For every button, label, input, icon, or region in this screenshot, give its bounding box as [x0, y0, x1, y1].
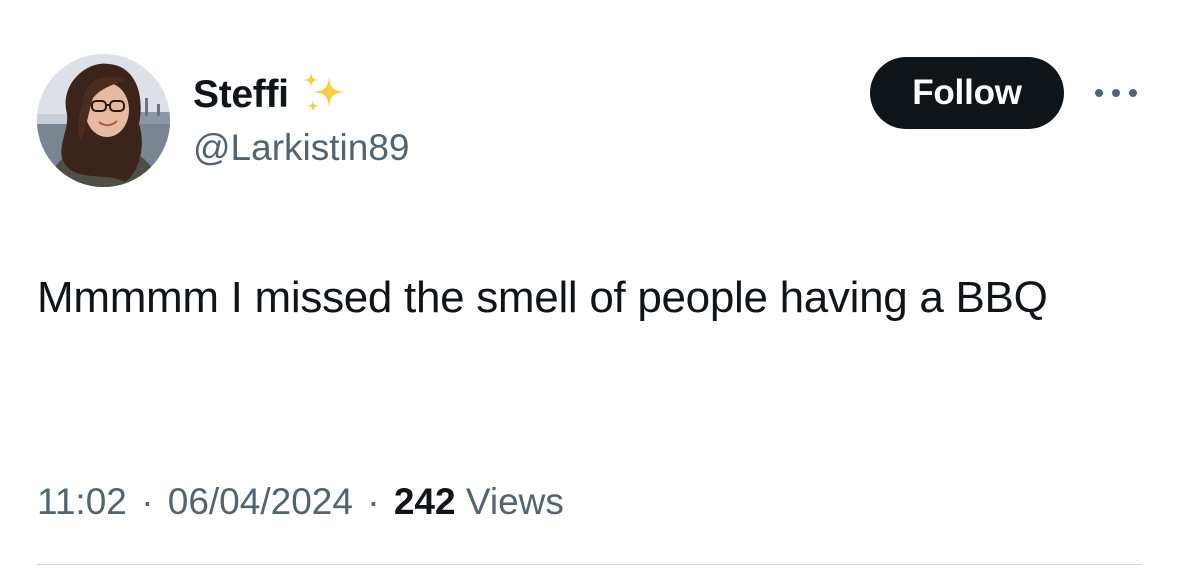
tweet-date[interactable]: 06/04/2024 — [168, 481, 353, 522]
views-count: 242 — [393, 481, 456, 522]
avatar-image — [37, 54, 170, 187]
divider — [37, 564, 1142, 565]
sparkles-icon — [302, 72, 345, 112]
author-handle[interactable]: @Larkistin89 — [193, 124, 410, 172]
tweet-text: Mmmmm I missed the smell of people havin… — [37, 273, 1048, 322]
meta-separator: · — [367, 481, 380, 522]
meta-separator: · — [141, 481, 154, 522]
tweet-time[interactable]: 11:02 — [37, 481, 127, 522]
more-horizontal-icon — [1095, 89, 1137, 97]
author-name-row: Steffi — [193, 70, 351, 120]
follow-button[interactable]: Follow — [870, 57, 1064, 129]
tweet-meta: 11:02 · 06/04/2024 · 242 Views — [37, 476, 564, 528]
views-label: Views — [465, 481, 564, 522]
avatar[interactable] — [37, 54, 170, 187]
author-display-name[interactable]: Steffi — [193, 70, 289, 120]
more-button[interactable] — [1090, 78, 1142, 108]
